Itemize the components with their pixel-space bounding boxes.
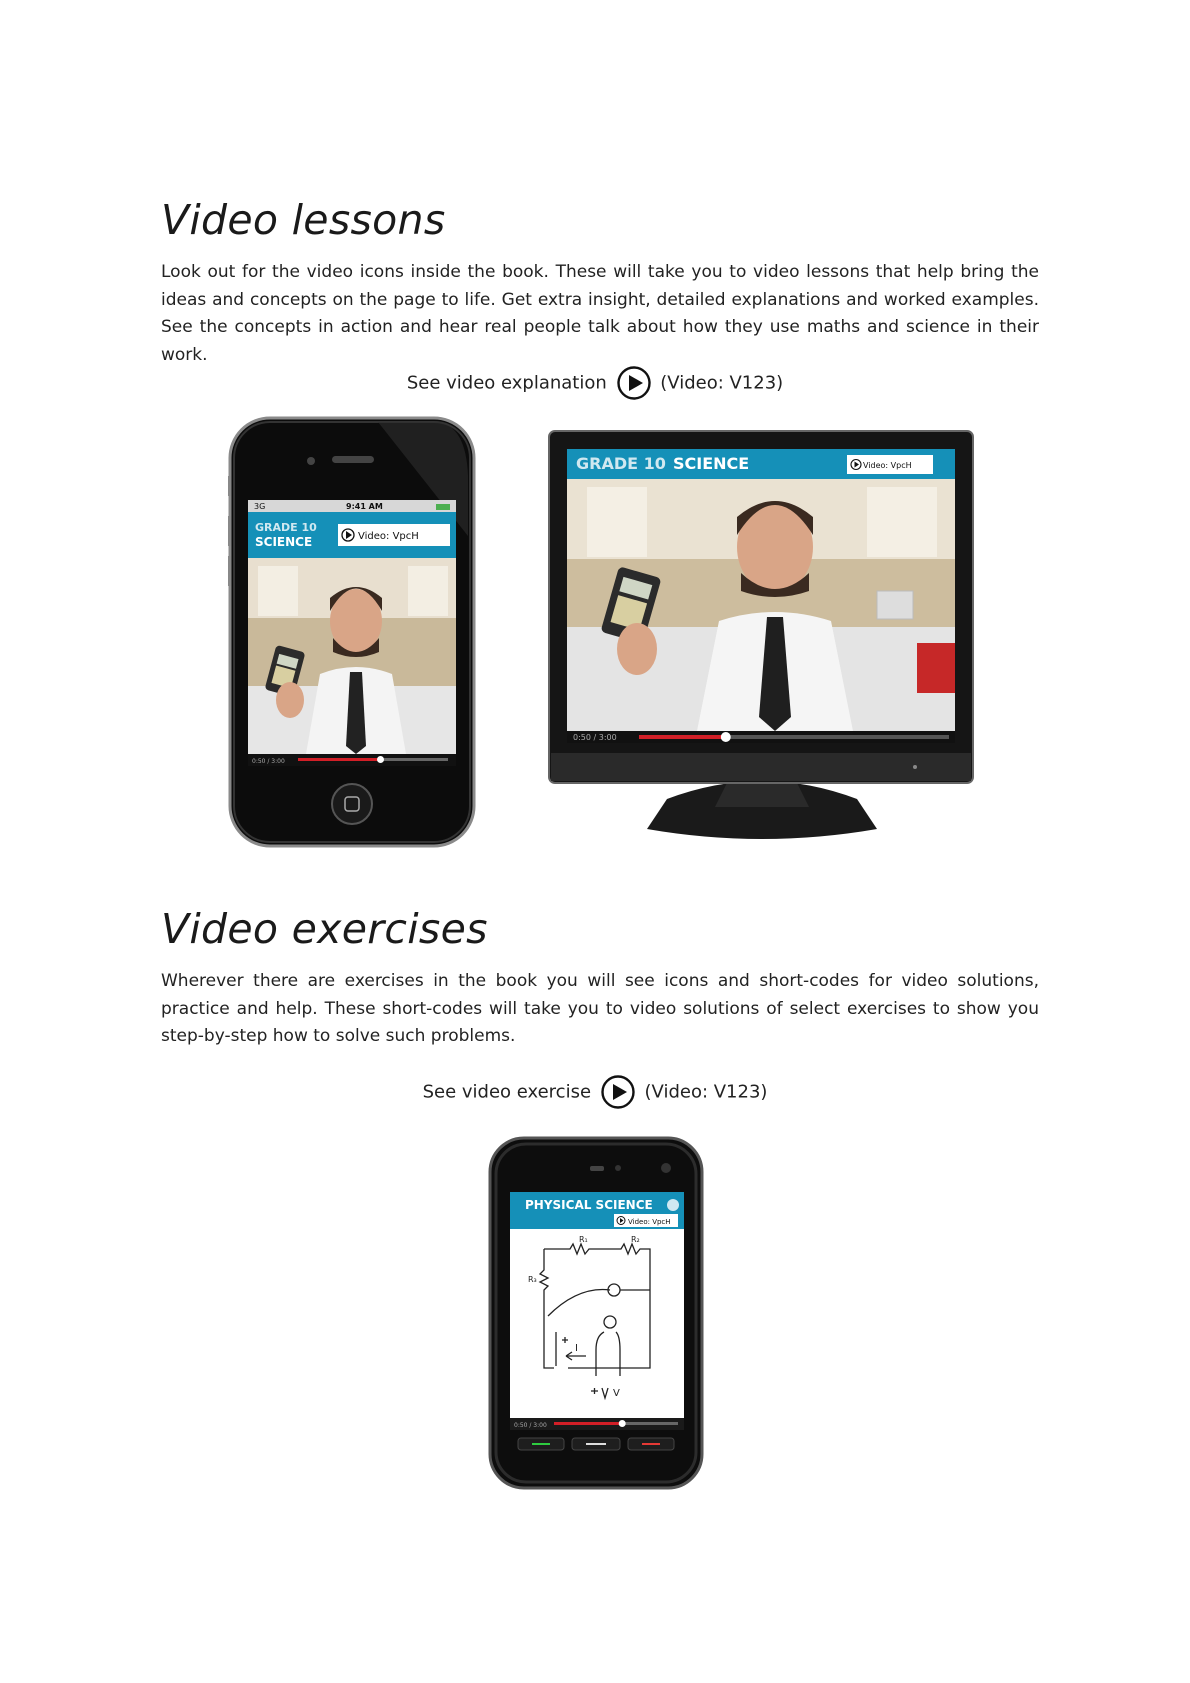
- paragraph-video-exercises: Wherever there are exercises in the book…: [161, 971, 1039, 1047]
- heading-video-exercises: Video exercises: [161, 905, 488, 953]
- carrier-label: 3G: [254, 502, 265, 511]
- label-voltage: V: [613, 1388, 620, 1399]
- video-code[interactable]: (Video: V123): [645, 1082, 768, 1103]
- progress-handle[interactable]: [377, 756, 384, 763]
- video-tag: Video: VpcH: [358, 531, 419, 542]
- banner-subject: SCIENCE: [673, 454, 749, 473]
- video-explanation-link-line: See video explanation (Video: V123): [0, 366, 1190, 400]
- progress-bar[interactable]: [639, 735, 726, 739]
- label-r2: R₂: [631, 1235, 640, 1244]
- smartphone-exercise-preview: PHYSICAL SCIENCE Video: VpcH R₁ R₂ R₃ I …: [488, 1136, 704, 1490]
- smartphone-video-preview: 3G 9:41 AM GRADE 10 SCIENCE Video: VpcH …: [228, 416, 476, 848]
- progress-bar[interactable]: [554, 1422, 623, 1425]
- play-icon[interactable]: [601, 1075, 635, 1109]
- timecode: 0:50 / 3:00: [514, 1422, 547, 1429]
- progress-bar[interactable]: [298, 758, 381, 761]
- video-exercise-link[interactable]: See video exercise: [423, 1082, 591, 1103]
- timecode: 0:50 / 3:00: [252, 758, 285, 765]
- label-current: I: [575, 1343, 578, 1354]
- video-tag: Video: VpcH: [628, 1218, 671, 1226]
- video-tag: Video: VpcH: [863, 461, 912, 470]
- progress-handle[interactable]: [618, 1420, 626, 1427]
- label-r1: R₁: [579, 1235, 588, 1244]
- heading-video-lessons: Video lessons: [161, 196, 446, 244]
- page: Video lessons Look out for the video ico…: [0, 0, 1190, 1683]
- banner-subject: SCIENCE: [255, 535, 312, 549]
- banner-title: PHYSICAL SCIENCE: [525, 1198, 653, 1212]
- home-button[interactable]: [331, 783, 373, 825]
- play-icon[interactable]: [616, 366, 651, 400]
- timecode: 0:50 / 3:00: [573, 733, 617, 742]
- video-explanation-link[interactable]: See video explanation: [407, 373, 607, 394]
- monitor-video-preview: GRADE 10 SCIENCE Video: VpcH 0:50 / 3:00: [548, 430, 974, 839]
- paragraph-video-lessons: Look out for the video icons inside the …: [161, 262, 1039, 365]
- video-exercise-link-line: See video exercise (Video: V123): [0, 1075, 1190, 1109]
- status-time: 9:41 AM: [346, 502, 383, 511]
- banner-grade: GRADE 10: [255, 521, 317, 534]
- label-r3: R₃: [528, 1275, 537, 1284]
- progress-handle[interactable]: [720, 732, 731, 742]
- video-code[interactable]: (Video: V123): [660, 373, 783, 394]
- banner-grade: GRADE 10: [576, 454, 666, 473]
